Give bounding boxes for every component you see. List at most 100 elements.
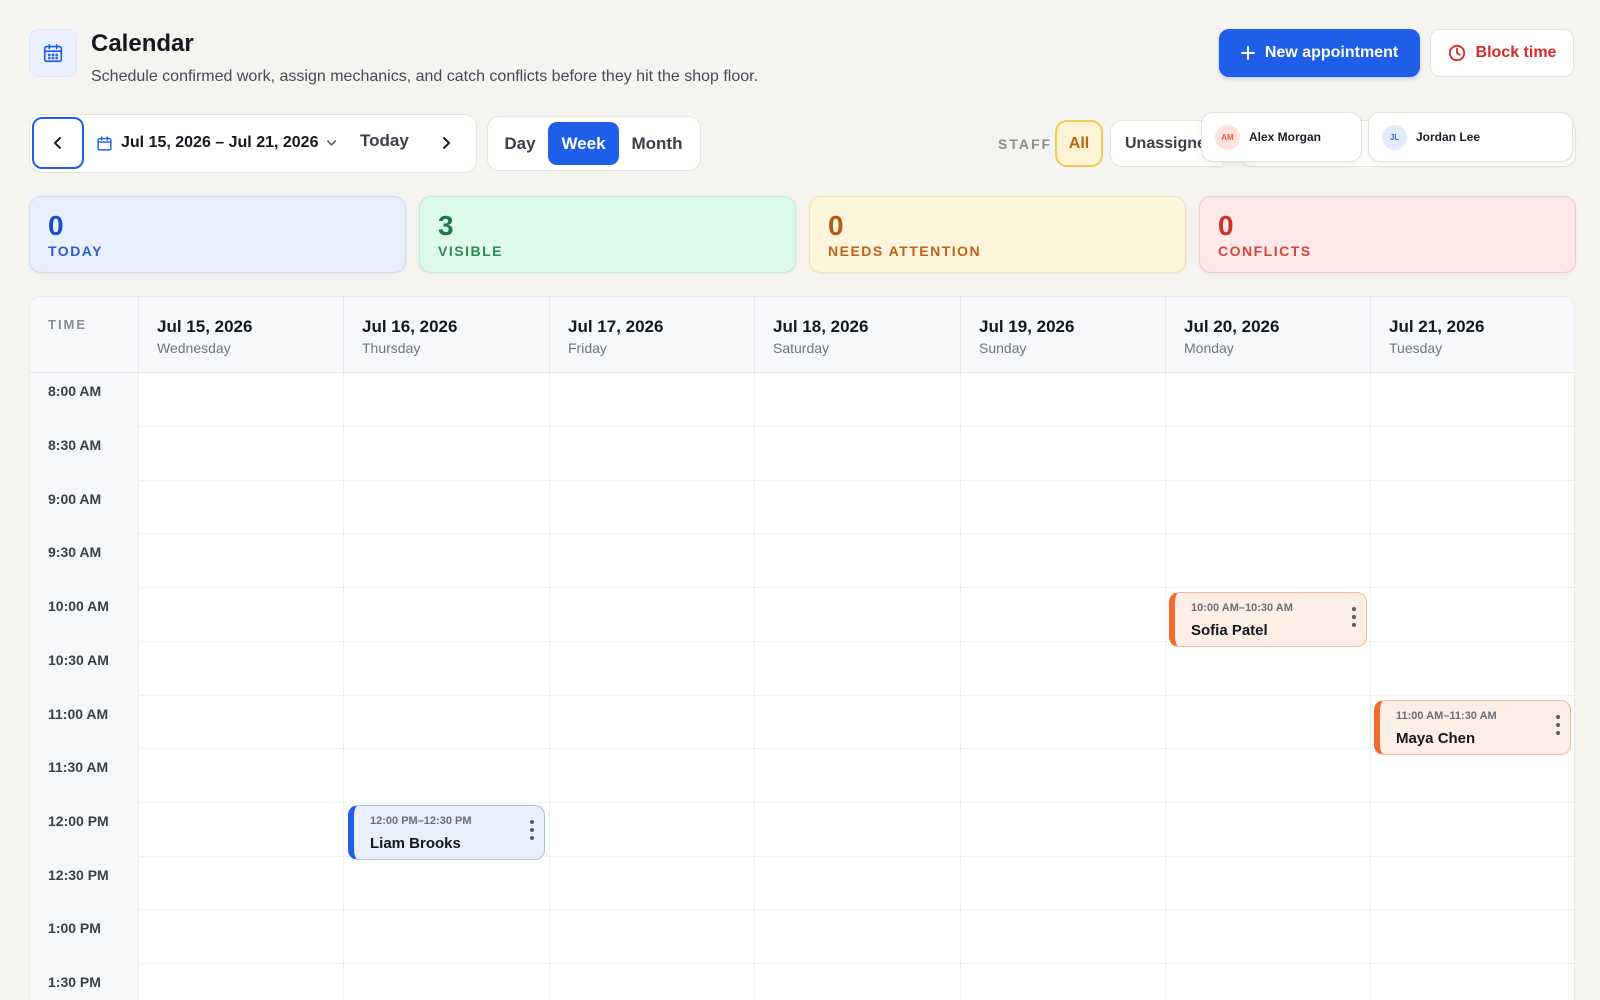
more-vertical-icon[interactable]: [530, 820, 534, 840]
appointment-time: 12:00 PM–12:30 PM: [370, 815, 472, 827]
day-weekday: Wednesday: [157, 340, 231, 356]
stat-value: 0: [48, 210, 64, 241]
date-range-picker[interactable]: Jul 15, 2026 – Jul 21, 2026: [96, 130, 337, 156]
staff-filter-all[interactable]: All: [1055, 120, 1103, 167]
appointment-customer: Maya Chen: [1396, 730, 1476, 747]
appointment-card[interactable]: 12:00 PM–12:30 PM Liam Brooks: [348, 805, 545, 860]
chevron-down-icon: [327, 140, 337, 146]
day-header: Jul 21, 2026 Tuesday: [1370, 297, 1574, 373]
slot-divider: [138, 909, 1574, 910]
appointment-time: 10:00 AM–10:30 AM: [1191, 602, 1293, 614]
more-vertical-icon[interactable]: [1556, 715, 1560, 735]
time-slot-label: 10:00 AM: [48, 598, 109, 614]
staff-name: Jordan Lee: [1416, 130, 1481, 144]
time-slot-label: 12:30 PM: [48, 867, 109, 883]
day-header: Jul 17, 2026 Friday: [549, 297, 754, 373]
time-slot-label: 11:00 AM: [48, 706, 109, 722]
week-calendar: TIME Jul 15, 2026 Wednesday Jul 16, 2026 T…: [29, 296, 1575, 1000]
time-slot-label: 1:00 PM: [48, 920, 101, 936]
day-date: Jul 18, 2026: [773, 317, 869, 336]
slot-divider: [138, 533, 1574, 534]
view-day-button[interactable]: Day: [495, 122, 545, 165]
slot-divider: [138, 480, 1574, 481]
clock-icon: [1448, 44, 1465, 62]
day-date: Jul 17, 2026: [568, 317, 664, 336]
slot-divider: [138, 748, 1574, 749]
appointment-card[interactable]: 11:00 AM–11:30 AM Maya Chen: [1374, 700, 1571, 755]
day-weekday: Tuesday: [1389, 340, 1443, 356]
chevron-left-icon: [54, 137, 61, 149]
view-month-button[interactable]: Month: [624, 122, 690, 165]
appointment-card[interactable]: 10:00 AM–10:30 AM Sofia Patel: [1169, 592, 1367, 647]
stat-conflicts: 0 CONFLICTS: [1199, 196, 1576, 273]
day-date: Jul 19, 2026: [979, 317, 1075, 336]
staff-name: Alex Morgan: [1249, 130, 1322, 144]
day-date: Jul 21, 2026: [1389, 317, 1485, 336]
day-weekday: Friday: [568, 340, 607, 356]
day-divider: [549, 373, 550, 1000]
page-subtitle: Schedule confirmed work, assign mechanic…: [91, 68, 759, 85]
day-divider: [960, 373, 961, 1000]
stat-visible: 3 VISIBLE: [419, 196, 796, 273]
slot-divider: [138, 695, 1574, 696]
stat-needs-attention: 0 NEEDS ATTENTION: [809, 196, 1186, 273]
time-slot-label: 9:00 AM: [48, 491, 102, 507]
day-weekday: Sunday: [979, 340, 1027, 356]
day-weekday: Saturday: [773, 340, 830, 356]
day-divider: [1165, 373, 1166, 1000]
day-divider: [754, 373, 755, 1000]
day-header: Jul 18, 2026 Saturday: [754, 297, 959, 373]
day-divider: [1370, 373, 1371, 1000]
date-range-label: Jul 15, 2026 – Jul 21, 2026: [121, 134, 319, 151]
stat-label: NEEDS ATTENTION: [828, 243, 982, 259]
slot-divider: [138, 802, 1574, 803]
today-button[interactable]: Today: [360, 131, 409, 151]
day-header: Jul 16, 2026 Thursday: [343, 297, 548, 373]
day-date: Jul 16, 2026: [362, 317, 458, 336]
day-date: Jul 15, 2026: [157, 317, 253, 336]
calendar-icon: [97, 135, 112, 151]
block-time-label: Block time: [1475, 44, 1557, 61]
slot-divider: [138, 426, 1574, 427]
plus-icon: [1240, 46, 1255, 60]
time-column-header: TIME: [48, 317, 88, 332]
app-calendar-icon: [29, 29, 77, 77]
appointment-customer: Sofia Patel: [1191, 622, 1268, 639]
block-time-button[interactable]: Block time: [1430, 29, 1574, 77]
staff-filter-jordan-lee[interactable]: JL Jordan Lee: [1368, 112, 1573, 162]
stat-label: CONFLICTS: [1218, 243, 1312, 259]
chevron-right-icon: [443, 137, 450, 149]
day-divider: [343, 373, 344, 1000]
staff-filter-alex-morgan[interactable]: AM Alex Morgan: [1201, 112, 1362, 162]
appointment-time: 11:00 AM–11:30 AM: [1396, 710, 1497, 722]
new-appointment-label: New appointment: [1264, 44, 1399, 61]
time-slot-label: 1:30 PM: [48, 974, 101, 990]
avatar: AM: [1215, 124, 1240, 150]
day-weekday: Thursday: [362, 340, 421, 356]
stat-label: TODAY: [48, 243, 103, 259]
day-weekday: Monday: [1184, 340, 1234, 356]
more-vertical-icon[interactable]: [1352, 607, 1356, 627]
day-header: Jul 19, 2026 Sunday: [960, 297, 1165, 373]
time-slot-label: 12:00 PM: [48, 813, 109, 829]
day-date: Jul 20, 2026: [1184, 317, 1280, 336]
stat-label: VISIBLE: [438, 243, 503, 259]
appointment-customer: Liam Brooks: [370, 835, 461, 852]
time-slot-label: 8:30 AM: [48, 437, 102, 453]
slot-divider: [138, 963, 1574, 964]
time-slot-label: 8:00 AM: [48, 383, 102, 399]
slot-divider: [138, 587, 1574, 588]
staff-filter-label: STAFF: [998, 136, 1053, 152]
previous-week-button[interactable]: [32, 117, 84, 169]
page-title: Calendar: [91, 30, 194, 57]
stat-today: 0 TODAY: [29, 196, 406, 273]
day-header: Jul 15, 2026 Wednesday: [138, 297, 343, 373]
view-week-button[interactable]: Week: [548, 122, 619, 165]
new-appointment-button[interactable]: New appointment: [1219, 29, 1420, 77]
day-header: Jul 20, 2026 Monday: [1165, 297, 1370, 373]
day-divider: [138, 373, 139, 1000]
stat-value: 0: [828, 210, 844, 241]
time-slot-label: 10:30 AM: [48, 652, 109, 668]
stat-value: 0: [1218, 210, 1234, 241]
next-week-button[interactable]: [436, 131, 456, 155]
